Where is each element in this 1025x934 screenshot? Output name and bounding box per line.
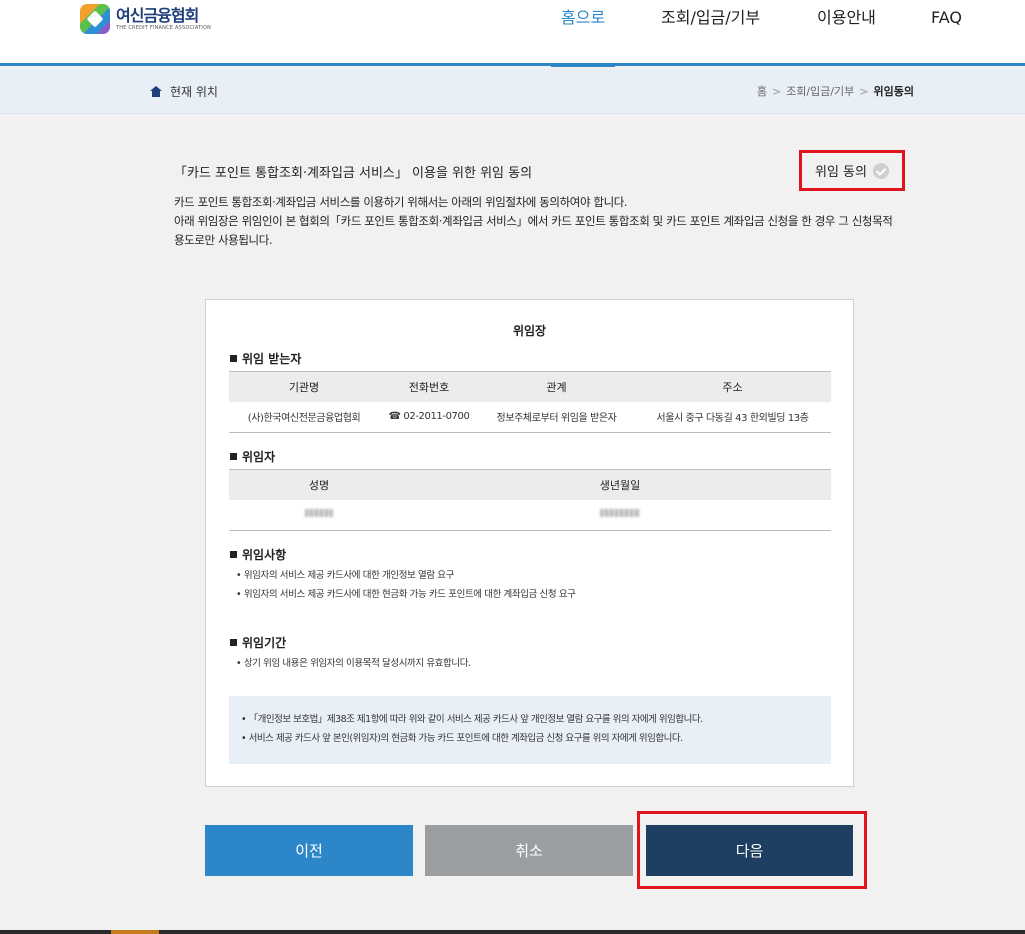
table-cell-redacted [409, 499, 831, 531]
redacted-birthdate [600, 509, 640, 518]
table-cell: 서울시 중구 다동길 43 한외빌딩 13층 [634, 401, 831, 433]
intro-desc-line: 아래 위임장은 위임인이 본 협회의「카드 포인트 통합조회·계좌입금 서비스」… [174, 214, 893, 247]
list-item: • 상기 위임 내용은 위임자의 이용목적 달성시까지 유효합니다. [236, 658, 471, 669]
consent-label: 위임 동의 [815, 165, 867, 180]
check-circle-icon[interactable] [872, 162, 889, 179]
list-item: • 위임자의 서비스 제공 카드사에 대한 현금화 가능 카드 포인트에 대한 … [236, 589, 576, 600]
table-header: 생년월일 [409, 469, 831, 500]
prev-button[interactable]: 이전 [205, 825, 413, 876]
section-heading-period: 위임기간 [230, 634, 286, 651]
period-list: • 상기 위임 내용은 위임자의 이용목적 달성시까지 유효합니다. [236, 654, 471, 673]
document-title: 위임장 [512, 324, 547, 338]
recipient-table: 기관명 전화번호 관계 주소 (사)한국여신전문금융업협회 ☎ 02-2011-… [229, 371, 831, 433]
location-bar: 현재 위치 홈 > 조회/입금/기부 > 위임동의 [0, 69, 1025, 114]
consent-checkbox[interactable]: 위임 동의 [799, 150, 905, 191]
breadcrumb-inquiry[interactable]: 조회/입금/기부 [786, 83, 854, 99]
intro-desc-line: 카드 포인트 통합조회·계좌입금 서비스를 이용하기 위해서는 아래의 위임절차… [174, 195, 628, 209]
section-heading-recipient: 위임 받는자 [230, 350, 301, 367]
nav-inquiry-deposit-donation[interactable]: 조회/입금/기부 [661, 8, 760, 64]
intro-description: 카드 포인트 통합조회·계좌입금 서비스를 이용하기 위해서는 아래의 위임절차… [174, 193, 894, 250]
matters-list: • 위임자의 서비스 제공 카드사에 대한 개인정보 열람 요구 • 위임자의 … [236, 566, 576, 604]
table-cell: 정보주체로부터 위임을 받은자 [479, 401, 634, 433]
breadcrumb: 홈 > 조회/입금/기부 > 위임동의 [757, 83, 914, 99]
list-item: • 위임자의 서비스 제공 카드사에 대한 개인정보 열람 요구 [236, 570, 454, 581]
cancel-button[interactable]: 취소 [425, 825, 633, 876]
table-header: 기관명 [229, 371, 379, 402]
nav-home[interactable]: 홈으로 [550, 8, 616, 67]
breadcrumb-current: 위임동의 [873, 85, 914, 98]
section-heading-delegator: 위임자 [230, 448, 275, 465]
table-header: 성명 [229, 469, 409, 500]
redacted-name [305, 509, 333, 518]
location-label: 현재 위치 [170, 85, 218, 99]
table-row: (사)한국여신전문금융업협회 ☎ 02-2011-0700 정보주체로부터 위임… [229, 401, 831, 433]
notice-box: • 「개인정보 보호법」제38조 제1항에 따라 위와 같이 서비스 제공 카드… [229, 696, 831, 764]
nav-faq[interactable]: FAQ [931, 8, 962, 64]
table-row [229, 499, 831, 531]
home-icon [150, 86, 162, 97]
breadcrumb-separator: > [771, 84, 782, 98]
table-cell: ☎ 02-2011-0700 [379, 401, 479, 433]
page-title: 「카드 포인트 통합조회·계좌입금 서비스」 이용을 위한 위임 동의 [174, 166, 533, 181]
section-heading-matters: 위임사항 [230, 546, 286, 563]
next-button[interactable]: 다음 [646, 825, 853, 876]
power-of-attorney-document: 위임장 위임 받는자 기관명 전화번호 관계 주소 (사)한국여신전문금융업협회… [205, 299, 854, 787]
table-cell-redacted [229, 499, 409, 531]
main-nav: 홈으로 조회/입금/기부 이용안내 FAQ [0, 0, 1025, 67]
table-header: 전화번호 [379, 371, 479, 402]
notice-line: • 「개인정보 보호법」제38조 제1항에 따라 위와 같이 서비스 제공 카드… [241, 714, 703, 725]
breadcrumb-separator: > [859, 84, 869, 98]
nav-usage-guide[interactable]: 이용안내 [817, 8, 876, 64]
delegator-table: 성명 생년월일 [229, 469, 831, 531]
footer-strip [0, 930, 1025, 934]
table-cell: (사)한국여신전문금융업협회 [229, 401, 379, 433]
notice-line: • 서비스 제공 카드사 앞 본인(위임자)의 현금화 가능 카드 포인트에 대… [241, 733, 683, 744]
table-header: 주소 [634, 371, 831, 402]
breadcrumb-home[interactable]: 홈 [757, 83, 767, 99]
table-header: 관계 [479, 371, 634, 402]
site-header: 여신금융협회 THE CREDIT FINANCE ASSOCIATION 홈으… [0, 0, 1025, 67]
